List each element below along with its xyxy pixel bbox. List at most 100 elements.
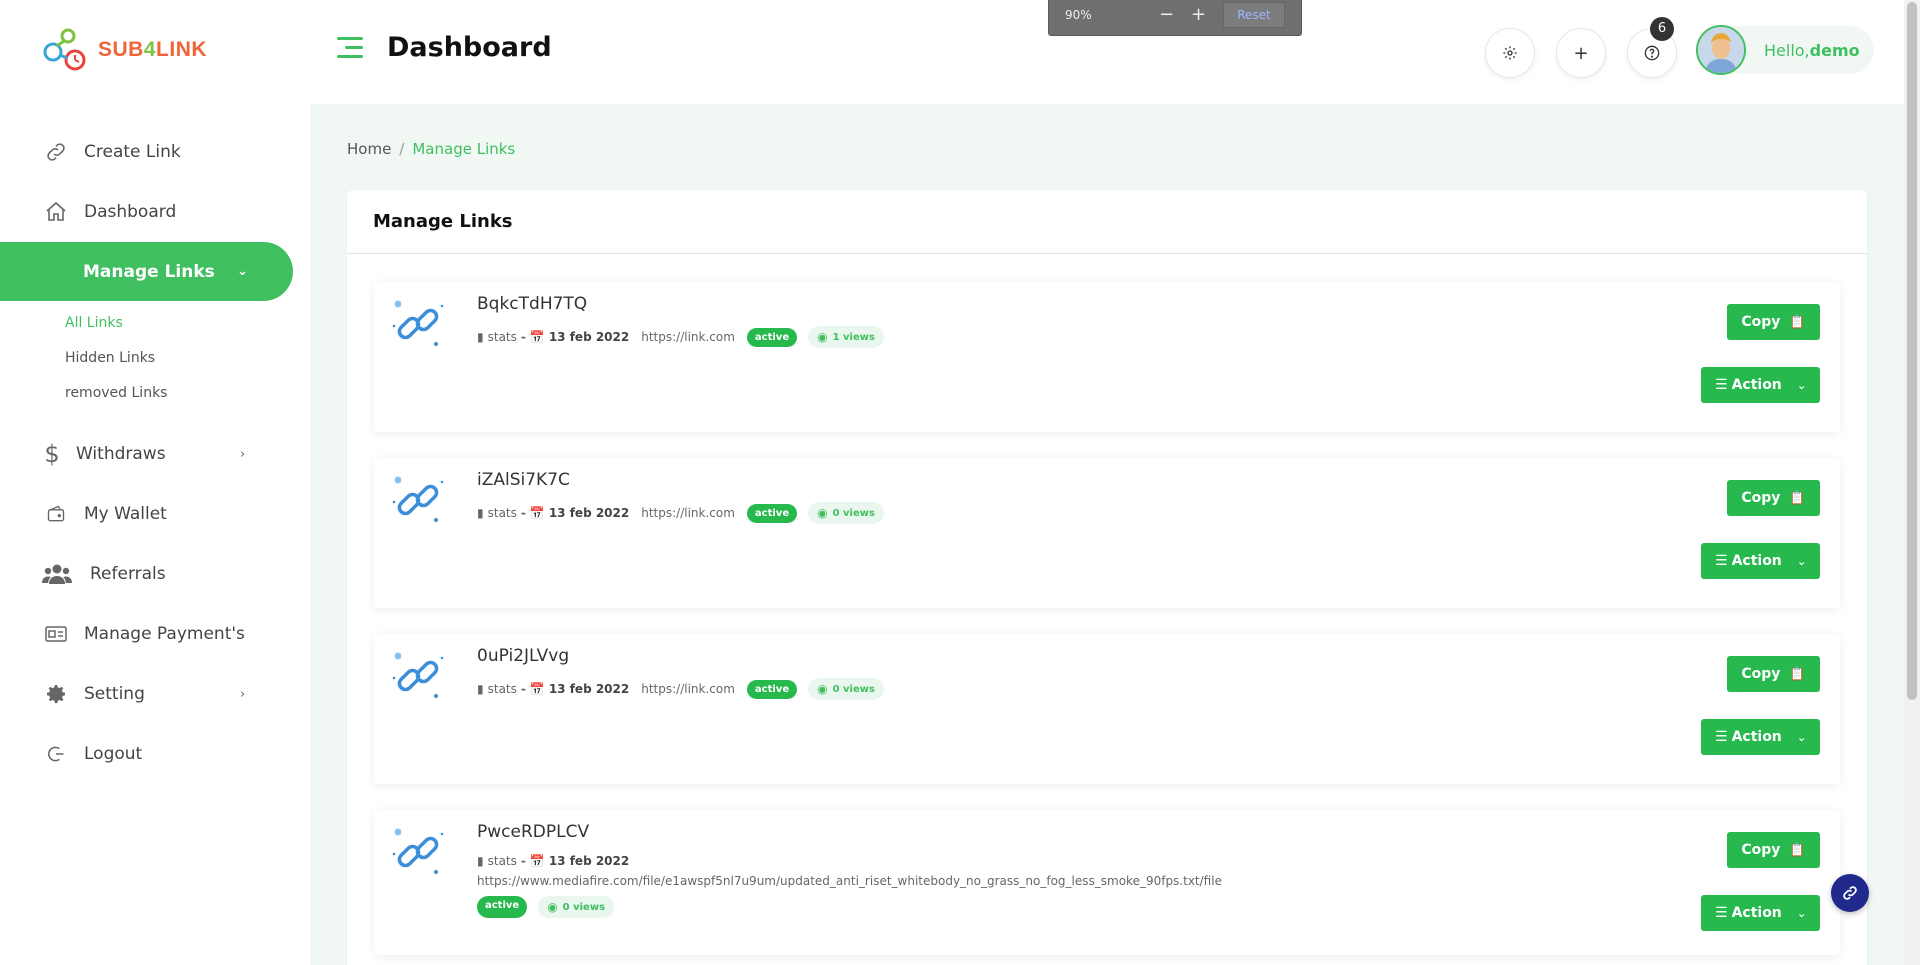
sidebar-item-create-link[interactable]: Create Link (0, 122, 310, 182)
list-icon: ☰ (1715, 553, 1728, 569)
subnav-all-links[interactable]: All Links (65, 313, 310, 348)
chain-link-icon (392, 828, 444, 874)
views-badge: ◉ 0 views (808, 502, 884, 524)
sidebar-item-manage-payments[interactable]: Manage Payment's (0, 604, 310, 664)
action-dropdown-button[interactable]: ☰ Action ⌄ (1701, 367, 1820, 403)
brand-logo[interactable]: SUB4LINK (42, 28, 207, 72)
notification-badge: 6 (1650, 17, 1674, 41)
list-icon: ☰ (1715, 377, 1728, 393)
copy-button[interactable]: Copy 📋 (1727, 304, 1820, 340)
menu-toggle-icon[interactable] (337, 37, 363, 59)
meta-dash: - (520, 682, 526, 696)
link-url[interactable]: https://www.mediafire.com/file/e1awspf5n… (477, 874, 1222, 888)
action-button-label: Action (1731, 377, 1782, 393)
brand-name: SUB4LINK (98, 38, 208, 61)
help-icon (1644, 45, 1660, 61)
sidebar-item-withdraws[interactable]: $ Withdraws › (0, 424, 310, 484)
dollar-icon: $ (44, 440, 60, 468)
list-icon: ☰ (1715, 905, 1728, 921)
link-name[interactable]: PwceRDPLCV (477, 822, 589, 842)
sidebar-item-label: Manage Links (83, 261, 215, 282)
zoom-reset-button[interactable]: Reset (1223, 2, 1285, 28)
copy-button[interactable]: Copy 📋 (1727, 480, 1820, 516)
action-dropdown-button[interactable]: ☰ Action ⌄ (1701, 895, 1820, 931)
copy-button-label: Copy (1741, 666, 1781, 682)
link-meta: ▮ stats - 📅 13 feb 2022 https://link.com… (477, 326, 884, 348)
sidebar-item-dashboard[interactable]: Dashboard (0, 182, 310, 242)
link-url[interactable]: https://link.com (641, 330, 735, 344)
link-row: BqkcTdH7TQ ▮ stats - 📅 13 feb 2022 https… (374, 282, 1840, 432)
sidebar-nav: Create Link Dashboard Manage Links ⌄ All… (0, 122, 310, 784)
action-button-label: Action (1731, 553, 1782, 569)
scrollbar-thumb[interactable] (1907, 2, 1917, 700)
copy-button-label: Copy (1741, 490, 1781, 506)
settings-button[interactable] (1485, 28, 1535, 78)
sidebar-item-referrals[interactable]: Referrals (0, 544, 310, 604)
sidebar-item-label: Logout (84, 744, 143, 764)
bar-chart-icon: ▮ (477, 330, 484, 344)
eye-icon: ◉ (817, 506, 828, 520)
subnav-hidden-links[interactable]: Hidden Links (65, 348, 310, 383)
chevron-down-icon: ⌄ (1797, 730, 1807, 744)
link-name[interactable]: 0uPi2JLVvg (477, 646, 569, 666)
sidebar-item-setting[interactable]: Setting › (0, 664, 310, 724)
zoom-in-button[interactable]: + (1191, 4, 1206, 25)
sidebar: SUB4LINK Create Link Dashboard Manage Li… (0, 0, 310, 965)
sidebar-item-my-wallet[interactable]: My Wallet (0, 484, 310, 544)
views-count: 0 views (832, 683, 875, 695)
sidebar-item-logout[interactable]: Logout (0, 724, 310, 784)
chevron-down-icon: ⌄ (1797, 378, 1807, 392)
link-stats[interactable]: stats (488, 854, 517, 868)
breadcrumb-current: Manage Links (412, 140, 516, 158)
action-dropdown-button[interactable]: ☰ Action ⌄ (1701, 719, 1820, 755)
bar-chart-icon: ▮ (477, 506, 484, 520)
link-icon (42, 138, 70, 166)
calendar-icon: 📅 (529, 682, 545, 696)
add-button[interactable]: + (1556, 28, 1606, 78)
breadcrumb-home[interactable]: Home (347, 140, 391, 158)
sidebar-item-label: Dashboard (84, 202, 177, 222)
user-menu[interactable]: Hello,demo (1696, 25, 1874, 75)
payment-card-icon (42, 620, 70, 648)
users-icon (42, 560, 72, 588)
link-stats[interactable]: stats (488, 506, 517, 520)
views-count: 0 views (832, 507, 875, 519)
floating-link-button[interactable] (1831, 874, 1869, 912)
zoom-out-button[interactable]: − (1159, 4, 1174, 25)
wallet-icon (42, 500, 70, 528)
eye-icon: ◉ (547, 900, 558, 914)
link-name[interactable]: iZAlSi7K7C (477, 470, 570, 490)
action-dropdown-button[interactable]: ☰ Action ⌄ (1701, 543, 1820, 579)
calendar-icon: 📅 (529, 330, 545, 344)
home-icon (42, 198, 70, 226)
link-stats[interactable]: stats (488, 330, 517, 344)
user-greeting: Hello,demo (1764, 40, 1860, 60)
eye-icon: ◉ (817, 330, 828, 344)
copy-button[interactable]: Copy 📋 (1727, 656, 1820, 692)
link-icon (1843, 886, 1857, 900)
page-scrollbar[interactable] (1904, 0, 1920, 965)
copy-button[interactable]: Copy 📋 (1727, 832, 1820, 868)
meta-dash: - (520, 854, 526, 868)
zoom-level: 90% (1065, 8, 1092, 22)
views-count: 1 views (832, 331, 875, 343)
logo-mark-icon (43, 28, 86, 71)
username: demo (1809, 40, 1860, 60)
views-badge: ◉ 0 views (538, 896, 615, 918)
breadcrumb-separator: / (399, 140, 405, 158)
link-date: 13 feb 2022 (548, 506, 630, 520)
page-title: Dashboard (387, 32, 552, 63)
link-stats[interactable]: stats (488, 682, 517, 696)
link-name[interactable]: BqkcTdH7TQ (477, 294, 587, 314)
sidebar-item-manage-links[interactable]: Manage Links ⌄ (0, 242, 293, 301)
chevron-right-icon: › (240, 446, 246, 462)
clipboard-icon: 📋 (1789, 666, 1806, 682)
views-badge: ◉ 1 views (808, 326, 884, 348)
clipboard-icon: 📋 (1789, 314, 1806, 330)
chain-link-icon (392, 300, 444, 346)
link-meta: ▮ stats - 📅 13 feb 2022 (477, 854, 629, 868)
link-row: 0uPi2JLVvg ▮ stats - 📅 13 feb 2022 https… (374, 634, 1840, 784)
link-url[interactable]: https://link.com (641, 506, 735, 520)
subnav-removed-links[interactable]: removed Links (65, 383, 310, 418)
link-url[interactable]: https://link.com (641, 682, 735, 696)
